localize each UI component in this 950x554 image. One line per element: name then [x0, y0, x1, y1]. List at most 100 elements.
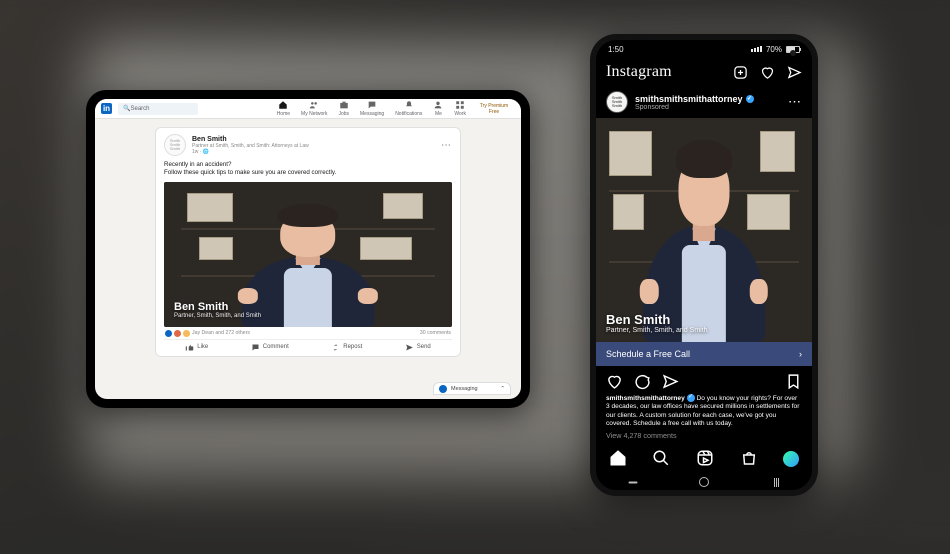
post-header: SmithSmithSmith smithsmithsmithattorney …: [596, 86, 812, 118]
bottom-tabs: [596, 444, 812, 474]
sponsored-label: Sponsored: [635, 104, 754, 111]
grid-icon: [455, 100, 465, 110]
tablet-device: in 🔍 Search Home My Network Jobs Messagi…: [86, 90, 530, 408]
nav-messaging[interactable]: Messaging: [360, 100, 384, 117]
linkedin-nav: Home My Network Jobs Messaging Notificat…: [277, 100, 511, 117]
people-icon: [309, 100, 319, 110]
send-icon: [405, 343, 414, 352]
instagram-topbar: Instagram: [596, 58, 812, 86]
instagram-logo[interactable]: Instagram: [606, 63, 672, 81]
tab-home[interactable]: [609, 449, 627, 469]
post-caption: smithsmithsmithattorney Do you know your…: [596, 394, 812, 429]
phone-device: 1:50 70% Instagram SmithSmithSmith smith…: [590, 34, 818, 496]
nav-notifications[interactable]: Notifications: [395, 100, 422, 117]
view-comments-link[interactable]: View 4,278 comments: [596, 429, 812, 440]
cta-button[interactable]: Schedule a Free Call ›: [596, 342, 812, 366]
thumbs-up-icon: [185, 343, 194, 352]
nav-premium[interactable]: Try Premium Free: [477, 103, 511, 115]
like-button[interactable]: Like: [185, 343, 208, 352]
author-text[interactable]: Ben Smith Partner at Smith, Smith, and S…: [192, 136, 309, 155]
reactions[interactable]: Jay Dean and 272 others: [165, 330, 250, 337]
phone-screen: 1:50 70% Instagram SmithSmithSmith smith…: [596, 40, 812, 490]
linkedin-post: SmithSmithSmith Ben Smith Partner at Smi…: [155, 127, 461, 357]
recent-apps-icon[interactable]: [628, 481, 637, 483]
post-author-sub: Partner at Smith, Smith, and Smith: Atto…: [192, 143, 309, 149]
tab-profile[interactable]: [783, 451, 799, 467]
author-username: smithsmithsmithattorney: [635, 94, 743, 104]
video-scene: Ben Smith Partner, Smith, Smith, and Smi…: [164, 182, 452, 327]
repost-icon: [331, 343, 340, 352]
back-nav-icon[interactable]: [774, 478, 779, 487]
video-name: Ben Smith: [606, 312, 670, 327]
save-bookmark-icon[interactable]: [785, 373, 802, 390]
post-actions: [596, 366, 812, 394]
cta-label: Schedule a Free Call: [606, 349, 690, 359]
new-post-icon[interactable]: [733, 65, 748, 80]
author-avatar[interactable]: SmithSmithSmith: [606, 91, 628, 113]
nav-me[interactable]: Me: [433, 100, 443, 117]
tab-shop[interactable]: [740, 449, 758, 469]
nav-network[interactable]: My Network: [301, 100, 327, 117]
battery-pct: 70%: [766, 45, 782, 54]
avatar-icon: [433, 100, 443, 110]
reactions-text: Jay Dean and 272 others: [192, 330, 250, 336]
post-time: 1w · 🌐: [192, 149, 309, 155]
chevron-right-icon: ›: [799, 349, 802, 359]
chevron-up-icon: ⌃: [500, 386, 505, 392]
post-video[interactable]: Ben Smith Partner, Smith, Smith, and Smi…: [164, 182, 452, 327]
comment-button[interactable]: Comment: [251, 343, 289, 352]
tablet-screen: in 🔍 Search Home My Network Jobs Messagi…: [95, 99, 521, 399]
post-text: Recently in an accident? Follow these qu…: [164, 161, 452, 178]
post-actions: Like Comment Repost Send: [164, 340, 452, 352]
share-icon[interactable]: [662, 373, 679, 390]
comment-icon[interactable]: [634, 373, 651, 390]
avatar-icon: [439, 385, 447, 393]
search-input[interactable]: 🔍 Search: [118, 103, 198, 115]
video-title: Partner, Smith, Smith, and Smith: [174, 313, 261, 319]
linkedin-logo[interactable]: in: [101, 103, 112, 114]
front-camera: [790, 50, 796, 56]
video-name: Ben Smith: [174, 301, 228, 313]
post-overflow-icon[interactable]: ⋯: [788, 94, 802, 110]
status-time: 1:50: [608, 45, 624, 54]
verified-badge-icon: [746, 95, 754, 103]
activity-heart-icon[interactable]: [760, 65, 775, 80]
android-navbar: [596, 474, 812, 490]
comment-icon: [251, 343, 260, 352]
linkedin-topbar: in 🔍 Search Home My Network Jobs Messagi…: [95, 99, 521, 119]
send-button[interactable]: Send: [405, 343, 431, 352]
author-avatar[interactable]: SmithSmithSmith: [164, 134, 186, 156]
video-nameplate: Ben Smith Partner, Smith, Smith, and Smi…: [174, 301, 261, 319]
chat-icon: [367, 100, 377, 110]
tab-search[interactable]: [652, 449, 670, 469]
repost-button[interactable]: Repost: [331, 343, 362, 352]
messenger-icon[interactable]: [787, 65, 802, 80]
caption-username[interactable]: smithsmithsmithattorney: [606, 395, 685, 402]
nav-jobs[interactable]: Jobs: [338, 100, 349, 117]
like-heart-icon[interactable]: [606, 373, 623, 390]
home-icon: [278, 100, 288, 110]
search-placeholder: Search: [130, 106, 149, 112]
messaging-label: Messaging: [451, 386, 478, 392]
video-title: Partner, Smith, Smith, and Smith: [606, 327, 708, 334]
nav-home[interactable]: Home: [277, 100, 290, 117]
author-text[interactable]: smithsmithsmithattorney Sponsored: [635, 94, 754, 111]
post-author-name: Ben Smith: [192, 136, 309, 143]
post-header: SmithSmithSmith Ben Smith Partner at Smi…: [164, 134, 452, 156]
nav-work[interactable]: Work: [454, 100, 466, 117]
topbar-actions: [733, 65, 802, 80]
video-nameplate: Ben Smith Partner, Smith, Smith, and Smi…: [606, 312, 708, 334]
video-scene: Ben Smith Partner, Smith, Smith, and Smi…: [596, 118, 812, 342]
search-icon: 🔍: [123, 105, 130, 112]
post-overflow-icon[interactable]: ⋯: [441, 140, 452, 151]
briefcase-icon: [339, 100, 349, 110]
signal-icon: [751, 46, 762, 52]
bell-icon: [404, 100, 414, 110]
tab-reels[interactable]: [696, 449, 714, 469]
post-stats: Jay Dean and 272 others 30 comments: [164, 327, 452, 340]
comments-count[interactable]: 30 comments: [420, 330, 451, 337]
post-video[interactable]: Ben Smith Partner, Smith, Smith, and Smi…: [596, 118, 812, 342]
status-bar: 1:50 70%: [596, 40, 812, 58]
messaging-tray[interactable]: Messaging ⌃: [433, 382, 511, 395]
home-nav-icon[interactable]: [699, 477, 709, 487]
